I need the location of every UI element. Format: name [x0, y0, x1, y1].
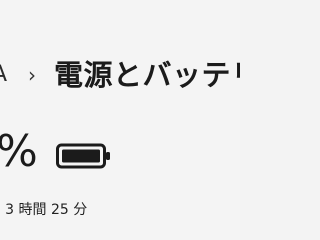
breadcrumb-parent-link[interactable]: A [0, 61, 7, 89]
estimated-time-remaining: : 3 時間 25 分 [0, 202, 88, 218]
page-title: 電源とバッテリー [54, 58, 240, 92]
battery-percentage: % [0, 126, 38, 177]
settings-page: A › 電源とバッテリー % : 3 時間 25 分 [0, 0, 240, 240]
breadcrumb-chevron-icon: › [28, 63, 36, 87]
battery-full-icon [56, 143, 110, 169]
